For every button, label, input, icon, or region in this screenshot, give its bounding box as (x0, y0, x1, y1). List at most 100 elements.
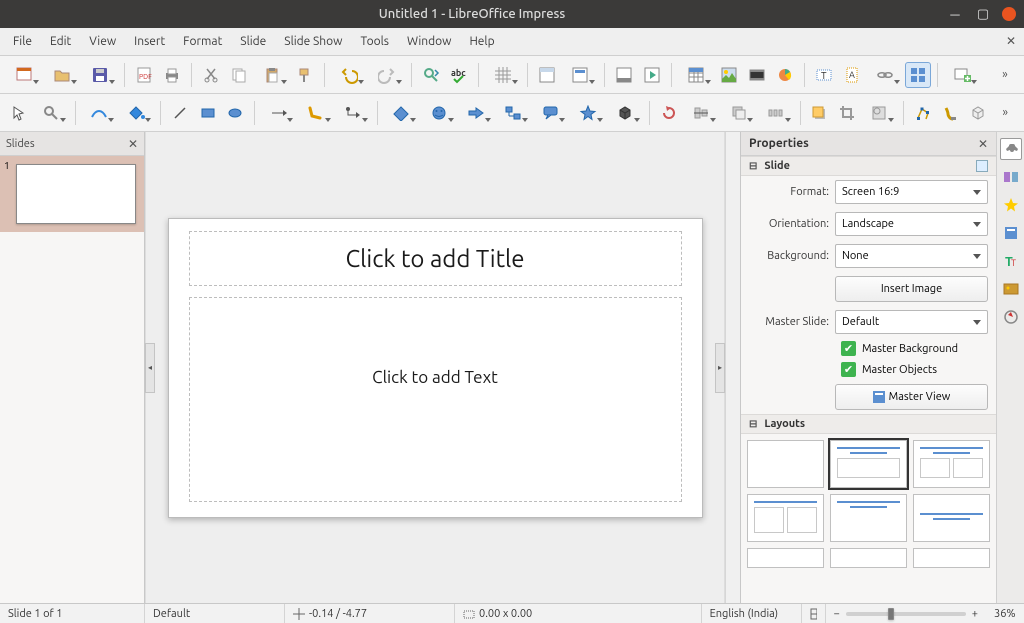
menu-help[interactable]: Help (460, 31, 503, 52)
layout-right[interactable] (913, 494, 990, 542)
section-collapse-icon[interactable] (749, 160, 760, 172)
document-close-button[interactable]: ✕ (1002, 32, 1020, 50)
status-language[interactable]: English (India) (702, 604, 802, 623)
master-view-button[interactable]: Master View (835, 384, 988, 410)
insert-table-button[interactable] (678, 62, 714, 88)
save-button[interactable] (82, 62, 118, 88)
layout-7[interactable] (747, 548, 824, 568)
insert-hyperlink-button[interactable] (867, 62, 903, 88)
title-placeholder[interactable]: Click to add Title (189, 231, 682, 286)
zoom-slider[interactable] (846, 612, 966, 616)
show-draw-functions-button[interactable] (905, 62, 931, 88)
callout-shapes-button[interactable] (533, 100, 568, 126)
toolbar-overflow[interactable]: » (992, 62, 1018, 88)
fit-page-button[interactable] (802, 604, 826, 623)
new-slide-button[interactable] (944, 62, 980, 88)
line-tool-button[interactable] (167, 100, 193, 126)
new-button[interactable] (6, 62, 42, 88)
insert-av-button[interactable] (744, 62, 770, 88)
master-slide-button[interactable] (562, 62, 598, 88)
curve-tool-button[interactable] (298, 100, 333, 126)
layout-title-two-content[interactable] (913, 440, 990, 488)
insert-image-button[interactable] (716, 62, 742, 88)
slide-thumbnail-selected[interactable]: 1 (0, 156, 144, 232)
rectangle-tool-button[interactable] (195, 100, 221, 126)
find-replace-button[interactable] (418, 62, 444, 88)
menu-slide[interactable]: Slide (231, 31, 275, 52)
section-more-icon[interactable] (976, 160, 988, 172)
cut-button[interactable] (198, 62, 224, 88)
sidebar-navigator-tab[interactable] (1000, 306, 1022, 328)
window-close-button[interactable] (1002, 7, 1016, 21)
master-objects-checkbox[interactable]: ✔ (841, 362, 856, 377)
master-background-row[interactable]: ✔ Master Background (741, 338, 996, 359)
redo-button[interactable] (369, 62, 405, 88)
format-select[interactable]: Screen 16:9 (835, 180, 988, 204)
zoom-tool-button[interactable] (34, 100, 69, 126)
basic-shapes-button[interactable] (384, 100, 419, 126)
open-button[interactable] (44, 62, 80, 88)
menu-tools[interactable]: Tools (351, 31, 398, 52)
sidebar-master-slides-tab[interactable] (1000, 222, 1022, 244)
content-placeholder[interactable]: Click to add Text (189, 297, 682, 502)
star-shapes-button[interactable] (570, 100, 605, 126)
layout-title-only[interactable] (747, 494, 824, 542)
display-grid-button[interactable] (485, 62, 521, 88)
select-tool-button[interactable] (6, 100, 32, 126)
points-edit-button[interactable] (910, 100, 936, 126)
layout-blank[interactable] (747, 440, 824, 488)
glue-points-button[interactable] (937, 100, 963, 126)
menu-format[interactable]: Format (174, 31, 231, 52)
vertical-scrollbar[interactable] (725, 132, 740, 603)
sidebar-gallery-tab[interactable] (1000, 278, 1022, 300)
properties-panel-close-icon[interactable]: ✕ (978, 137, 988, 151)
status-slide-count[interactable]: Slide 1 of 1 (0, 604, 145, 623)
block-arrows-button[interactable] (459, 100, 494, 126)
status-master[interactable]: Default (145, 604, 285, 623)
layout-centered[interactable] (830, 494, 907, 542)
arrange-button[interactable] (721, 100, 756, 126)
layout-8[interactable] (830, 548, 907, 568)
spellcheck-button[interactable]: abc (446, 62, 472, 88)
toolbar-overflow[interactable]: » (992, 100, 1018, 126)
3d-objects-button[interactable] (608, 100, 643, 126)
start-current-button[interactable] (639, 62, 665, 88)
distribute-button[interactable] (758, 100, 793, 126)
slide-editor[interactable]: ◂ Click to add Title Click to add Text ▸ (145, 132, 725, 603)
sidebar-animation-tab[interactable] (1000, 194, 1022, 216)
slide-thumbnail[interactable] (16, 164, 136, 224)
copy-button[interactable] (226, 62, 252, 88)
insert-textbox-button[interactable]: T (811, 62, 837, 88)
fill-color-button[interactable] (119, 100, 154, 126)
symbol-shapes-button[interactable] (421, 100, 456, 126)
insert-textbox-vertical-button[interactable]: A (839, 62, 865, 88)
print-button[interactable] (159, 62, 185, 88)
menu-window[interactable]: Window (398, 31, 460, 52)
align-objects-button[interactable] (684, 100, 719, 126)
zoom-in-button[interactable]: + (972, 608, 978, 620)
slide-canvas[interactable]: Click to add Title Click to add Text (168, 218, 703, 518)
flowchart-button[interactable] (496, 100, 531, 126)
undo-button[interactable] (331, 62, 367, 88)
sidebar-properties-tab[interactable] (1000, 138, 1022, 160)
menu-slideshow[interactable]: Slide Show (275, 31, 351, 52)
shadow-button[interactable] (806, 100, 832, 126)
sidebar-slide-transition-tab[interactable] (1000, 166, 1022, 188)
window-minimize-button[interactable]: － (946, 5, 964, 23)
layout-title-content[interactable] (830, 440, 907, 488)
display-views-button[interactable] (534, 62, 560, 88)
section-collapse-icon[interactable] (749, 418, 760, 430)
layouts-section-header[interactable]: Layouts (741, 414, 996, 434)
orientation-select[interactable]: Landscape (835, 212, 988, 236)
export-pdf-button[interactable]: PDF (131, 62, 157, 88)
sidebar-styles-tab[interactable]: TT (1000, 250, 1022, 272)
slide-section-header[interactable]: Slide (741, 156, 996, 176)
filter-button[interactable] (862, 100, 897, 126)
ellipse-tool-button[interactable] (222, 100, 248, 126)
window-maximize-button[interactable]: ▢ (974, 5, 992, 23)
paste-button[interactable] (254, 62, 290, 88)
start-beginning-button[interactable] (611, 62, 637, 88)
crop-button[interactable] (834, 100, 860, 126)
menu-file[interactable]: File (4, 31, 41, 52)
rotate-button[interactable] (656, 100, 682, 126)
